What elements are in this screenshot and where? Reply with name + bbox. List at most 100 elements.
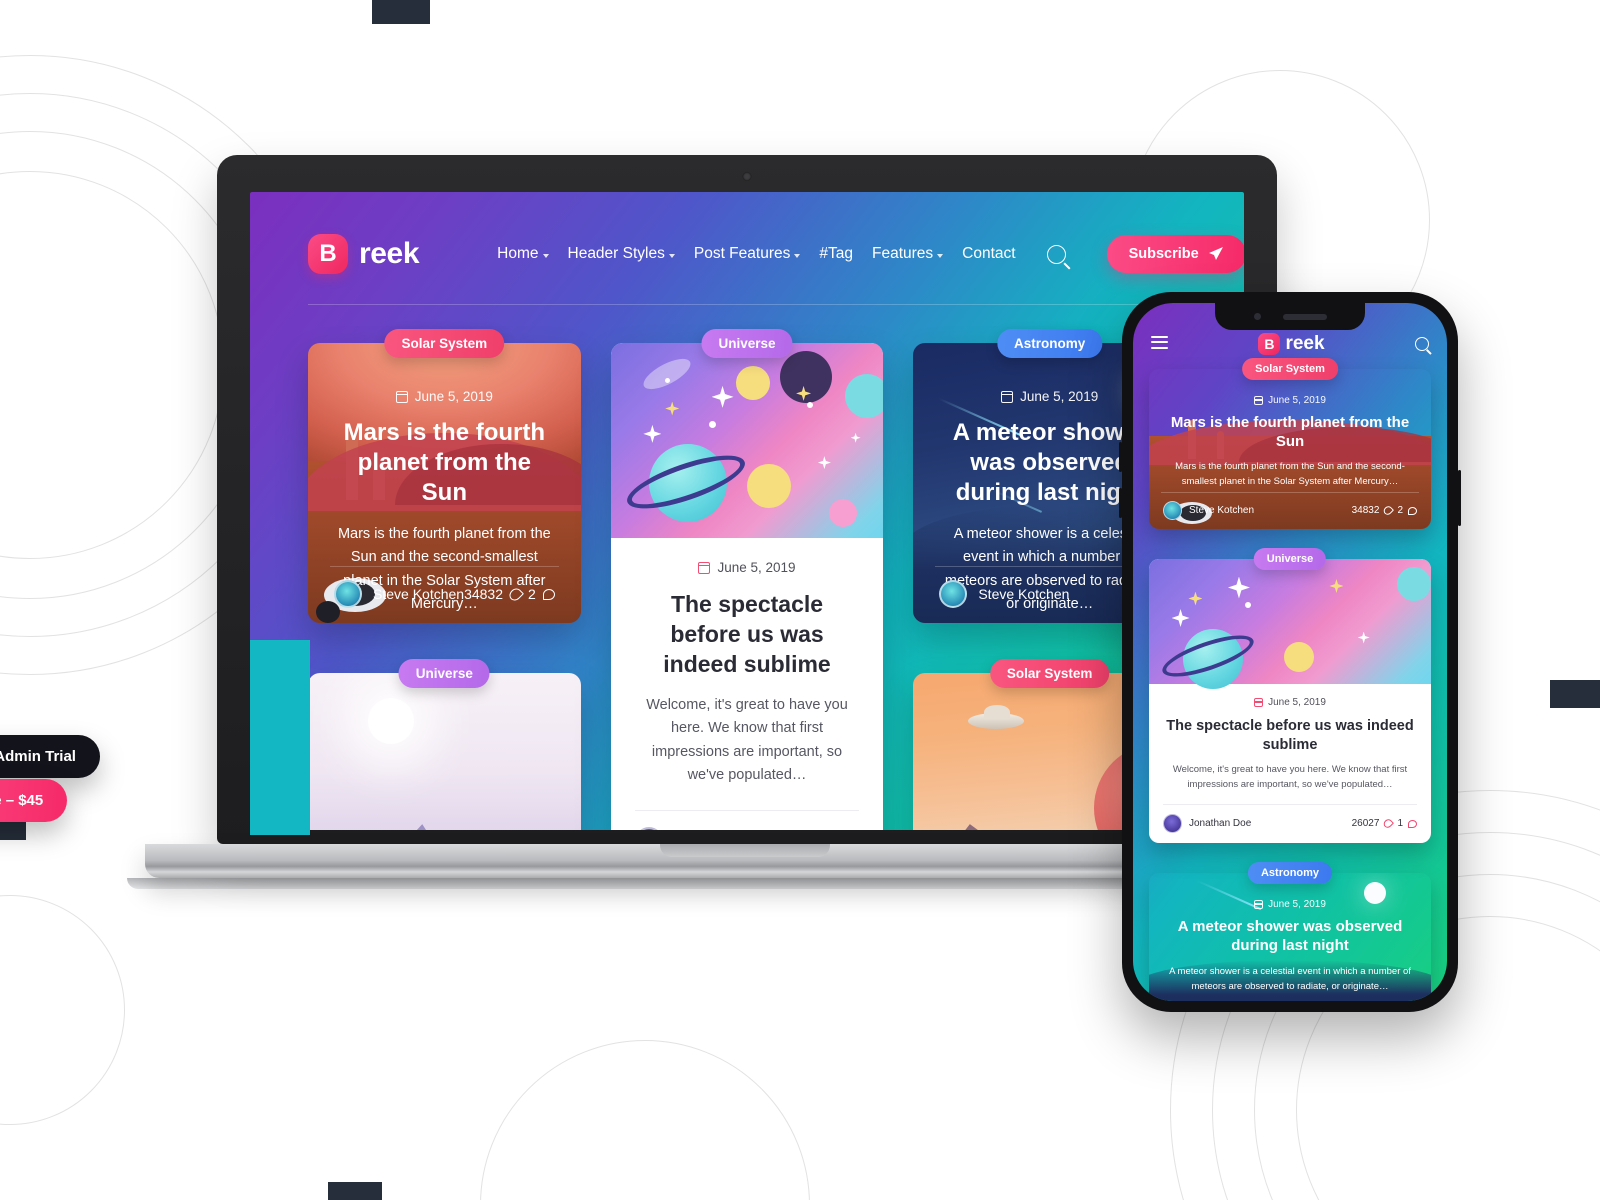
nav-label: Contact	[962, 245, 1016, 262]
decorative-teal-strip	[250, 640, 310, 835]
post-card-meteor-mobile[interactable]: Astronomy June 5, 2019 A meteor shower w…	[1149, 862, 1431, 1001]
comment-icon	[542, 588, 555, 600]
comment-icon	[1408, 506, 1417, 515]
hamburger-menu-icon[interactable]	[1151, 335, 1168, 353]
earpiece-speaker	[1282, 313, 1327, 320]
post-card-mountain[interactable]: Universe	[308, 659, 581, 830]
laptop-lid: B reek Home Header Styles Post Features …	[217, 155, 1277, 844]
chevron-down-icon	[937, 253, 944, 258]
avatar	[634, 826, 663, 830]
comment-count: 2	[528, 586, 536, 602]
decorative-square-bottom	[328, 1182, 382, 1200]
post-image-mountain	[308, 673, 581, 830]
nav-label: Features	[871, 245, 934, 262]
phone-screen: B reek Solar System June 5, 2019 Mars is…	[1133, 303, 1447, 1001]
webcam-icon	[742, 172, 752, 181]
search-icon[interactable]	[1414, 337, 1429, 351]
date-text: June 5, 2019	[1020, 389, 1099, 404]
calendar-icon	[1254, 900, 1264, 910]
category-badge[interactable]: Astronomy	[997, 329, 1103, 358]
flame-icon	[1382, 817, 1395, 830]
post-date: June 5, 2019	[635, 560, 860, 575]
post-stats: 26027 1	[1352, 817, 1417, 830]
comment-count: 1	[1397, 818, 1403, 830]
post-title: Mars is the fourth planet from the Sun	[1170, 414, 1410, 450]
view-count: 34832	[1351, 505, 1380, 516]
post-title: The spectacle before us was indeed subli…	[1166, 718, 1414, 753]
post-excerpt: Welcome, it's great to have you here. We…	[1172, 764, 1408, 791]
post-card-spectacle-mobile[interactable]: Universe June 5, 2019 The spectacle befo…	[1149, 548, 1431, 844]
mockup-scene: B reek Home Header Styles Post Features …	[0, 0, 1600, 1200]
phone-mockup: B reek Solar System June 5, 2019 Mars is…	[1119, 292, 1461, 1012]
free-admin-trial-badge[interactable]: Free Admin Trial	[0, 735, 100, 778]
comment-count: 2	[1397, 505, 1403, 516]
nav-item-header-styles[interactable]: Header Styles	[568, 245, 675, 263]
subscribe-button[interactable]: Subscribe	[1106, 235, 1244, 273]
post-grid: Solar System June 5, 2019 Mars is the fo…	[250, 305, 1244, 830]
category-badge[interactable]: Universe	[701, 329, 793, 358]
category-badge[interactable]: Solar System	[384, 329, 505, 358]
nav-label: Home	[497, 245, 539, 262]
calendar-icon	[698, 561, 711, 574]
post-date: June 5, 2019	[334, 389, 555, 404]
phone-power-button[interactable]	[1458, 470, 1461, 526]
author-name: Jonathan Doe	[1189, 818, 1252, 830]
nav-item-home[interactable]: Home	[497, 245, 549, 263]
post-card-mars-mobile[interactable]: Solar System June 5, 2019 Mars is the fo…	[1149, 358, 1431, 529]
post-footer: Jonathan Doe 26027 1	[634, 809, 860, 830]
calendar-icon	[1001, 390, 1014, 403]
post-footer: Steve Kotchen 34832 2	[1161, 492, 1419, 529]
date-text: June 5, 2019	[1268, 899, 1326, 911]
website-mobile: B reek Solar System June 5, 2019 Mars is…	[1133, 303, 1447, 1001]
avatar	[1163, 814, 1182, 834]
decorative-square-top	[372, 0, 430, 24]
nav-item-tag[interactable]: #Tag	[819, 245, 853, 263]
post-date: June 5, 2019	[1163, 697, 1417, 708]
post-image-universe	[1149, 559, 1431, 689]
post-footer: Jonathan Doe 26027 1	[1163, 804, 1417, 843]
chevron-down-icon	[668, 253, 675, 258]
calendar-icon	[1254, 698, 1264, 707]
post-excerpt: A meteor shower is a celestial event in …	[1169, 965, 1411, 992]
logo-text: reek	[1285, 333, 1325, 354]
chevron-down-icon	[794, 253, 801, 258]
mobile-post-list: Solar System June 5, 2019 Mars is the fo…	[1133, 355, 1447, 1001]
nav-item-features[interactable]: Features	[871, 245, 944, 263]
laptop-screen: B reek Home Header Styles Post Features …	[250, 192, 1244, 830]
logo-text: reek	[359, 237, 420, 270]
nav-label: #Tag	[819, 245, 853, 262]
search-icon[interactable]	[1046, 244, 1066, 264]
avatar	[939, 580, 968, 608]
post-card-spectacle[interactable]: Universe June 5, 2019 The spectacle befo…	[610, 329, 884, 830]
date-text: June 5, 2019	[717, 560, 796, 575]
category-badge[interactable]: Astronomy	[1247, 862, 1333, 885]
chevron-down-icon	[542, 253, 549, 258]
grid-column-2: Universe June 5, 2019 The spectacle befo…	[610, 329, 884, 830]
category-badge[interactable]: Solar System	[1242, 358, 1338, 380]
mobile-logo[interactable]: B reek	[1258, 333, 1325, 355]
avatar	[334, 580, 362, 608]
phone-volume-up-button[interactable]	[1119, 442, 1122, 472]
category-badge[interactable]: Solar System	[989, 659, 1110, 688]
post-card-mars[interactable]: Solar System June 5, 2019 Mars is the fo…	[308, 329, 581, 623]
date-text: June 5, 2019	[414, 389, 493, 404]
phone-volume-down-button[interactable]	[1119, 488, 1122, 518]
category-badge[interactable]: Universe	[398, 659, 490, 688]
calendar-icon	[1254, 396, 1264, 405]
paper-plane-icon	[1208, 247, 1223, 260]
purchase-badge[interactable]: Purchase – $45	[0, 779, 68, 822]
front-camera-icon	[1253, 313, 1261, 320]
date-text: June 5, 2019	[1268, 697, 1326, 708]
laptop-mockup: B reek Home Header Styles Post Features …	[127, 155, 1363, 889]
post-title: The spectacle before us was indeed subli…	[663, 591, 831, 677]
author-name: Steve Kotchen	[373, 586, 465, 602]
post-image-universe	[610, 343, 884, 538]
logo[interactable]: B reek	[308, 234, 420, 274]
decorative-ring-bottom-left	[0, 895, 125, 1125]
main-navigation: Home Header Styles Post Features #Tag Fe…	[497, 235, 1244, 273]
post-stats: 34832 2	[464, 585, 555, 603]
decorative-ring-bottom-center	[480, 1040, 810, 1200]
category-badge[interactable]: Universe	[1253, 548, 1327, 570]
nav-item-post-features[interactable]: Post Features	[694, 245, 801, 263]
nav-item-contact[interactable]: Contact	[962, 245, 1015, 263]
